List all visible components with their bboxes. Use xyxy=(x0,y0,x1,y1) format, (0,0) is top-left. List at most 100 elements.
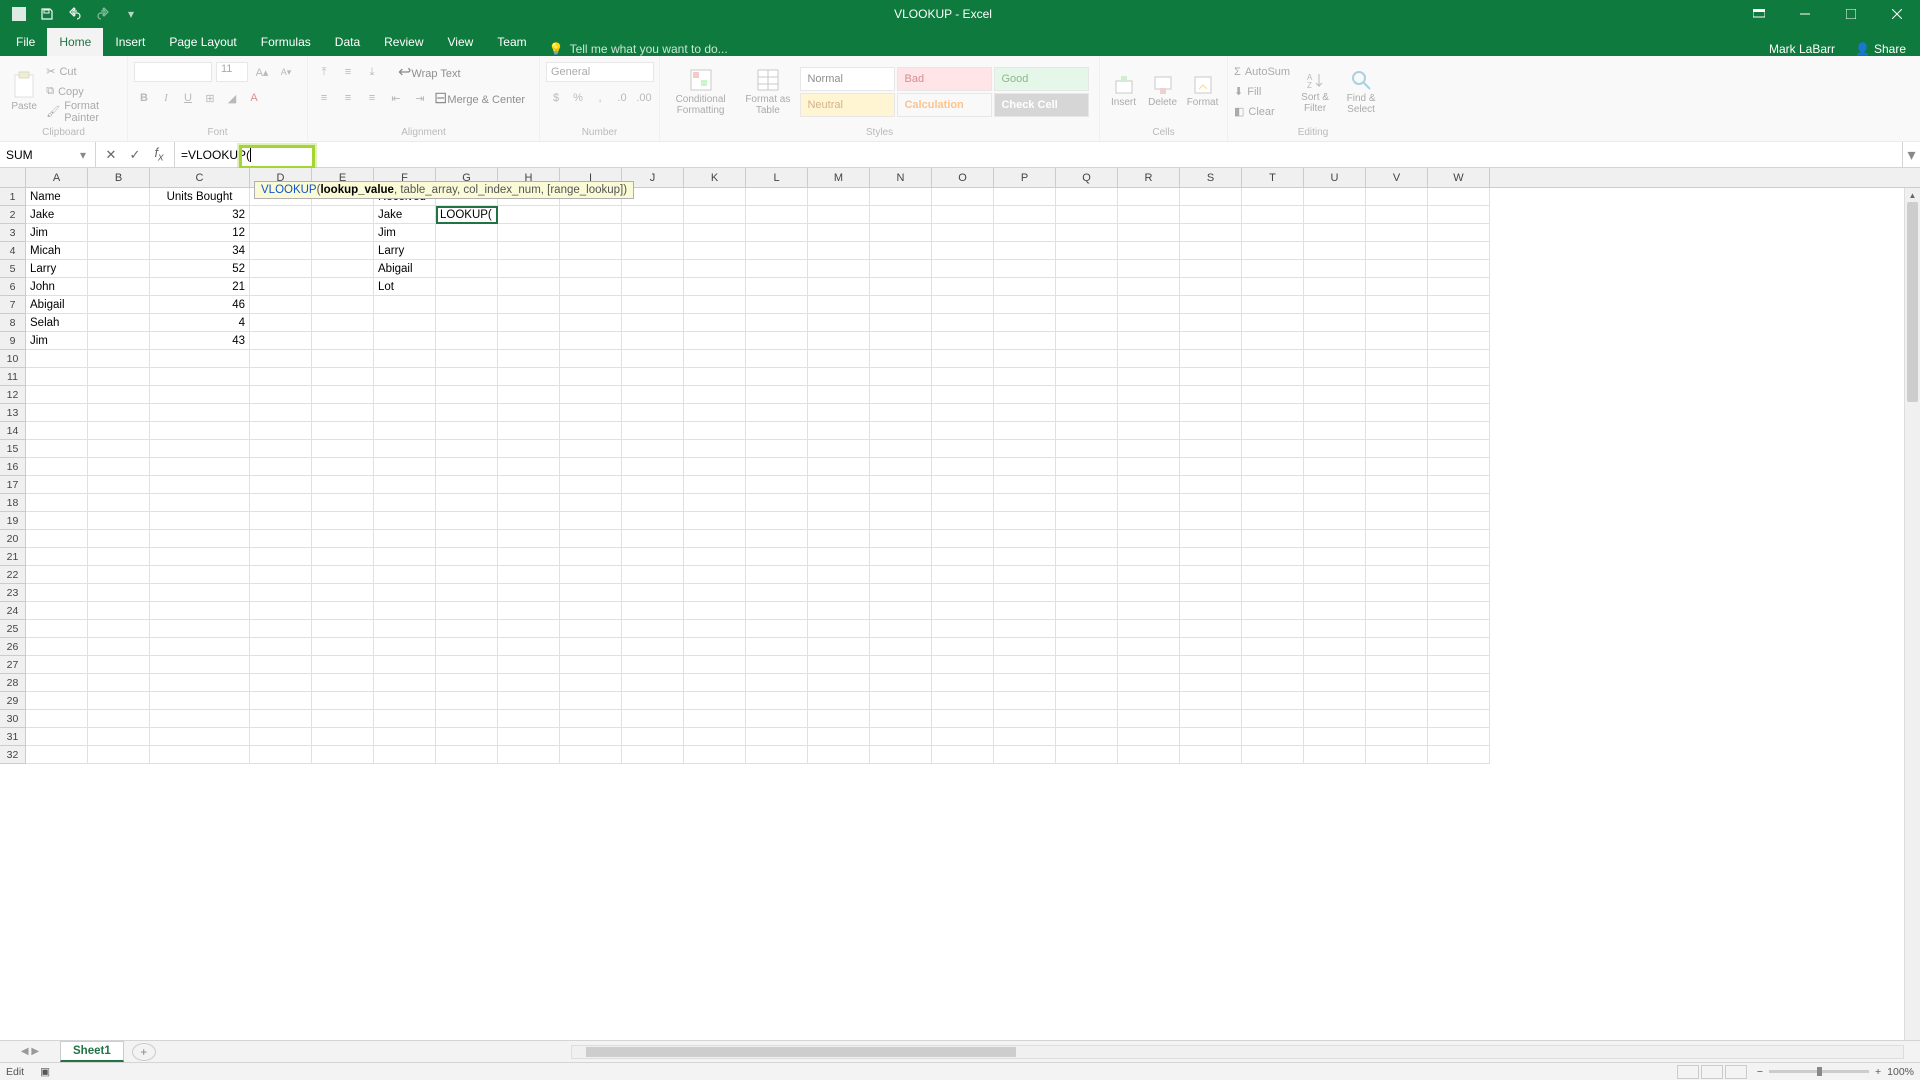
ribbon-display-icon[interactable] xyxy=(1736,0,1782,28)
cell-C15[interactable] xyxy=(150,440,250,458)
cell-N12[interactable] xyxy=(870,386,932,404)
cell-D24[interactable] xyxy=(250,602,312,620)
cell-I19[interactable] xyxy=(560,512,622,530)
cell-B1[interactable] xyxy=(88,188,150,206)
cell-U21[interactable] xyxy=(1304,548,1366,566)
cell-M27[interactable] xyxy=(808,656,870,674)
cell-O27[interactable] xyxy=(932,656,994,674)
cell-J16[interactable] xyxy=(622,458,684,476)
cell-H17[interactable] xyxy=(498,476,560,494)
cell-K7[interactable] xyxy=(684,296,746,314)
cell-R1[interactable] xyxy=(1118,188,1180,206)
cell-C16[interactable] xyxy=(150,458,250,476)
cell-G7[interactable] xyxy=(436,296,498,314)
cell-T20[interactable] xyxy=(1242,530,1304,548)
cell-R25[interactable] xyxy=(1118,620,1180,638)
cell-S25[interactable] xyxy=(1180,620,1242,638)
cell-P29[interactable] xyxy=(994,692,1056,710)
cell-N30[interactable] xyxy=(870,710,932,728)
increase-decimal-icon[interactable]: .0 xyxy=(612,88,632,108)
cell-U23[interactable] xyxy=(1304,584,1366,602)
cell-W29[interactable] xyxy=(1428,692,1490,710)
formula-tooltip[interactable]: VLOOKUP(lookup_value, table_array, col_i… xyxy=(254,181,634,199)
cell-G18[interactable] xyxy=(436,494,498,512)
cell-P1[interactable] xyxy=(994,188,1056,206)
zoom-level[interactable]: 100% xyxy=(1887,1066,1914,1078)
cell-H18[interactable] xyxy=(498,494,560,512)
cell-E25[interactable] xyxy=(312,620,374,638)
cell-O28[interactable] xyxy=(932,674,994,692)
cell-P18[interactable] xyxy=(994,494,1056,512)
cell-G28[interactable] xyxy=(436,674,498,692)
cell-P9[interactable] xyxy=(994,332,1056,350)
page-layout-view-icon[interactable] xyxy=(1701,1065,1723,1079)
style-calculation[interactable]: Calculation xyxy=(897,93,992,117)
cell-A26[interactable] xyxy=(26,638,88,656)
cell-O24[interactable] xyxy=(932,602,994,620)
cell-F14[interactable] xyxy=(374,422,436,440)
cell-K9[interactable] xyxy=(684,332,746,350)
cell-O31[interactable] xyxy=(932,728,994,746)
cell-S5[interactable] xyxy=(1180,260,1242,278)
cell-G31[interactable] xyxy=(436,728,498,746)
cell-V27[interactable] xyxy=(1366,656,1428,674)
cell-H15[interactable] xyxy=(498,440,560,458)
cell-L8[interactable] xyxy=(746,314,808,332)
cell-D12[interactable] xyxy=(250,386,312,404)
cell-B3[interactable] xyxy=(88,224,150,242)
cell-V9[interactable] xyxy=(1366,332,1428,350)
cell-D6[interactable] xyxy=(250,278,312,296)
row-header-8[interactable]: 8 xyxy=(0,314,26,332)
row-header-7[interactable]: 7 xyxy=(0,296,26,314)
cell-P15[interactable] xyxy=(994,440,1056,458)
tab-formulas[interactable]: Formulas xyxy=(249,28,323,56)
vertical-scrollbar[interactable]: ▲ ▼ xyxy=(1904,188,1920,1054)
cell-J7[interactable] xyxy=(622,296,684,314)
cell-M24[interactable] xyxy=(808,602,870,620)
cell-W17[interactable] xyxy=(1428,476,1490,494)
cell-P6[interactable] xyxy=(994,278,1056,296)
cell-F19[interactable] xyxy=(374,512,436,530)
cell-M19[interactable] xyxy=(808,512,870,530)
cell-G19[interactable] xyxy=(436,512,498,530)
cell-S29[interactable] xyxy=(1180,692,1242,710)
format-cells-button[interactable]: Format xyxy=(1184,61,1221,123)
cell-H21[interactable] xyxy=(498,548,560,566)
cell-U10[interactable] xyxy=(1304,350,1366,368)
cell-D22[interactable] xyxy=(250,566,312,584)
cell-O21[interactable] xyxy=(932,548,994,566)
cell-K30[interactable] xyxy=(684,710,746,728)
cell-I9[interactable] xyxy=(560,332,622,350)
cell-R9[interactable] xyxy=(1118,332,1180,350)
cell-P5[interactable] xyxy=(994,260,1056,278)
cell-D10[interactable] xyxy=(250,350,312,368)
cell-S24[interactable] xyxy=(1180,602,1242,620)
cell-F26[interactable] xyxy=(374,638,436,656)
cell-F11[interactable] xyxy=(374,368,436,386)
share-button[interactable]: 👤 Share xyxy=(1845,42,1916,56)
cell-P32[interactable] xyxy=(994,746,1056,764)
align-middle-icon[interactable]: ≡ xyxy=(338,62,358,82)
cell-U24[interactable] xyxy=(1304,602,1366,620)
cell-A5[interactable]: Larry xyxy=(26,260,88,278)
cell-U22[interactable] xyxy=(1304,566,1366,584)
cell-I24[interactable] xyxy=(560,602,622,620)
cell-E8[interactable] xyxy=(312,314,374,332)
cell-D30[interactable] xyxy=(250,710,312,728)
cell-W10[interactable] xyxy=(1428,350,1490,368)
currency-icon[interactable]: $ xyxy=(546,88,566,108)
cell-N8[interactable] xyxy=(870,314,932,332)
cell-N31[interactable] xyxy=(870,728,932,746)
cell-W9[interactable] xyxy=(1428,332,1490,350)
cell-R6[interactable] xyxy=(1118,278,1180,296)
cell-N24[interactable] xyxy=(870,602,932,620)
cell-U19[interactable] xyxy=(1304,512,1366,530)
cell-K5[interactable] xyxy=(684,260,746,278)
tab-page-layout[interactable]: Page Layout xyxy=(157,28,248,56)
cell-Q12[interactable] xyxy=(1056,386,1118,404)
cell-L4[interactable] xyxy=(746,242,808,260)
cell-D8[interactable] xyxy=(250,314,312,332)
expand-formula-bar-icon[interactable]: ▾ xyxy=(1902,142,1920,167)
cell-O18[interactable] xyxy=(932,494,994,512)
cell-S17[interactable] xyxy=(1180,476,1242,494)
